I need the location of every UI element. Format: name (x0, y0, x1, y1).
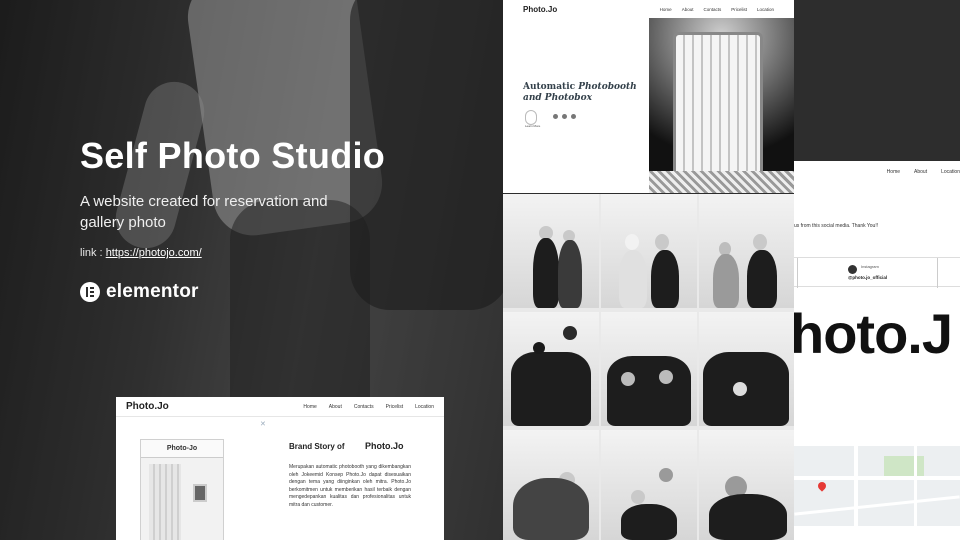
site-navbar: Photo.Jo Home About Contacts Pricelist L… (503, 0, 794, 18)
gallery-photo[interactable] (503, 194, 599, 308)
booth-curtain (149, 464, 181, 540)
home-headline: Automatic Photobooth and Photobox (523, 82, 643, 104)
gallery-photo[interactable] (601, 312, 697, 426)
map-road (854, 446, 858, 526)
booth-cabin (673, 32, 763, 190)
contact-message: us from this social media. Thank You!! (794, 223, 879, 229)
gallery-photo[interactable] (699, 430, 794, 540)
contact-navbar: Home About Location (887, 169, 960, 175)
nav-location[interactable]: Location (757, 7, 774, 12)
nav-location[interactable]: Location (941, 169, 960, 175)
gallery-photo[interactable] (601, 194, 697, 308)
band-divider (797, 258, 798, 288)
hero-link-prefix: link : (80, 247, 106, 259)
tiktok-icon[interactable] (562, 114, 567, 119)
site-navbar: Photo.Jo Home About Contacts Pricelist L… (116, 397, 444, 417)
hero-text-block: Self Photo Studio A website created for … (80, 135, 480, 259)
gallery-photo[interactable] (503, 312, 599, 426)
gallery-photo[interactable] (699, 312, 794, 426)
hero-link-line: link : https://photojo.com/ (80, 247, 480, 259)
nav-pricelist[interactable]: Pricelist (386, 404, 404, 410)
gallery-photo[interactable] (503, 430, 599, 540)
nav-home[interactable]: Home (303, 404, 316, 410)
nav-location[interactable]: Location (415, 404, 434, 410)
nav-home[interactable]: Home (660, 7, 672, 12)
band-divider (937, 258, 938, 288)
map-park (884, 456, 924, 478)
big-wordmark: hoto.J (794, 302, 953, 365)
instagram-handle[interactable]: @photo.jo_official (848, 275, 887, 280)
contact-page-screenshot: Home About Location us from this social … (794, 161, 960, 540)
brand-story-logo: Photo.Jo (365, 441, 404, 451)
expand-icon: ✕ (260, 421, 266, 428)
booth-screen (193, 484, 207, 502)
map-road (794, 476, 960, 480)
elementor-wordmark: elementor (106, 281, 199, 302)
nav-links: Home About Contacts Pricelist Location (660, 7, 774, 12)
elementor-icon (80, 282, 100, 302)
photobooth-illustration: Photo-Jo (140, 439, 224, 540)
brand-story-body: Merupakan automatic photobooth yang dike… (289, 464, 411, 508)
instagram-icon[interactable] (553, 114, 558, 119)
learn-more-label: Learn More (525, 124, 541, 128)
gallery-photo[interactable] (699, 194, 794, 308)
whatsapp-icon[interactable] (571, 114, 576, 119)
social-band: Instagram @photo.jo_official (794, 257, 960, 288)
nav-pricelist[interactable]: Pricelist (731, 7, 747, 12)
photobooth-photo (649, 18, 794, 193)
nav-contacts[interactable]: Contacts (703, 7, 721, 12)
gallery-photo[interactable] (601, 430, 697, 540)
nav-home[interactable]: Home (887, 169, 900, 175)
home-page-screenshot: Photo.Jo Home About Contacts Pricelist L… (503, 0, 794, 193)
hero-subtitle: A website created for reservation and ga… (80, 193, 328, 231)
map-road (914, 446, 917, 526)
nav-about[interactable]: About (914, 169, 927, 175)
nav-about[interactable]: About (682, 7, 694, 12)
learn-more-button[interactable] (525, 110, 537, 125)
nav-contacts[interactable]: Contacts (354, 404, 374, 410)
website-link[interactable]: https://photojo.com/ (106, 247, 202, 259)
instagram-icon[interactable] (848, 265, 857, 274)
instagram-label: Instagram (861, 264, 879, 269)
about-page-screenshot: Photo.Jo Home About Contacts Pricelist L… (116, 397, 444, 540)
hero-title: Self Photo Studio (80, 135, 386, 176)
nav-about[interactable]: About (329, 404, 342, 410)
map-road (794, 495, 960, 516)
gallery-grid (503, 194, 794, 540)
location-map[interactable] (794, 446, 960, 526)
map-pin-icon[interactable] (816, 480, 828, 492)
site-logo[interactable]: Photo.Jo (523, 5, 557, 14)
brand-story-heading: Brand Story of (289, 442, 345, 451)
home-headline-plain: Automatic (523, 82, 579, 92)
booth-label: Photo-Jo (141, 440, 223, 458)
elementor-logo: elementor (80, 281, 199, 303)
site-logo[interactable]: Photo.Jo (126, 401, 169, 412)
social-links (553, 114, 576, 119)
booth-floor (649, 171, 794, 193)
nav-links: Home About Contacts Pricelist Location (303, 404, 434, 410)
